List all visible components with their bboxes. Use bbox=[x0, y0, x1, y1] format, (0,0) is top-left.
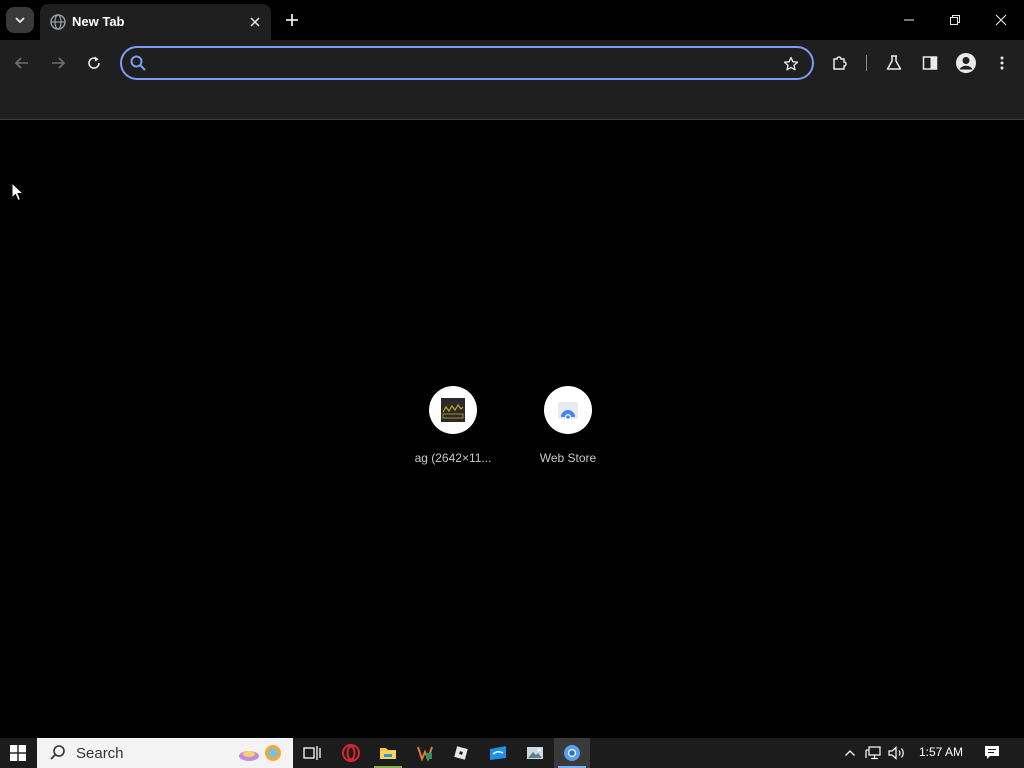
network-icon bbox=[865, 746, 881, 760]
avatar-icon bbox=[956, 53, 976, 73]
search-highlight-icon bbox=[239, 745, 281, 761]
restore-button[interactable] bbox=[932, 0, 978, 40]
shortcut-label: ag (2642×11... bbox=[414, 451, 492, 465]
close-window-button[interactable] bbox=[978, 0, 1024, 40]
side-panel-button[interactable] bbox=[916, 49, 944, 77]
windows-taskbar: Search 1:57 AM bbox=[0, 738, 1024, 768]
taskbar-clock[interactable]: 1:57 AM bbox=[912, 745, 970, 759]
tab-close-button[interactable] bbox=[245, 12, 265, 32]
address-input[interactable] bbox=[154, 52, 774, 74]
globe-icon bbox=[50, 14, 66, 30]
taskbar-app-chrome[interactable] bbox=[554, 738, 590, 768]
shortcut-tile[interactable]: ag (2642×11... bbox=[397, 386, 509, 476]
taskbar-search-label: Search bbox=[76, 744, 124, 762]
show-hidden-icons-button[interactable] bbox=[840, 738, 860, 768]
side-panel-icon bbox=[922, 56, 938, 70]
profile-button[interactable] bbox=[952, 49, 980, 77]
web-store-icon bbox=[558, 402, 578, 420]
taskbar-app-visual-studio[interactable] bbox=[407, 738, 443, 768]
address-bar[interactable] bbox=[120, 46, 814, 80]
close-icon bbox=[250, 17, 260, 27]
notification-icon bbox=[985, 746, 999, 759]
folder-icon bbox=[380, 748, 396, 759]
toolbar bbox=[0, 40, 1024, 86]
bookmarks-bar bbox=[0, 86, 1024, 120]
task-view-button[interactable] bbox=[294, 738, 330, 768]
forward-button[interactable] bbox=[44, 49, 72, 77]
toolbar-separator bbox=[866, 55, 867, 71]
volume-button[interactable] bbox=[886, 738, 908, 768]
menu-button[interactable] bbox=[988, 49, 1016, 77]
new-tab-page: ag (2642×11... Web Store bbox=[0, 121, 1024, 738]
opera-icon bbox=[342, 744, 360, 762]
photos-icon bbox=[527, 747, 543, 759]
extensions-button[interactable] bbox=[826, 49, 854, 77]
taskbar-app-photos[interactable] bbox=[517, 738, 553, 768]
arrow-right-icon bbox=[52, 57, 66, 69]
mouse-cursor-icon bbox=[11, 182, 25, 202]
taskbar-app-store[interactable] bbox=[480, 738, 516, 768]
taskbar-app-roblox[interactable] bbox=[443, 738, 479, 768]
search-icon bbox=[50, 745, 65, 760]
minimize-button[interactable] bbox=[886, 0, 932, 40]
start-button[interactable] bbox=[0, 738, 36, 768]
puzzle-icon bbox=[833, 56, 847, 70]
chrome-icon bbox=[564, 745, 580, 761]
omnibox-search-button bbox=[128, 53, 148, 73]
flask-icon bbox=[886, 55, 902, 70]
restore-icon bbox=[950, 15, 960, 25]
taskbar-search-box[interactable]: Search bbox=[37, 738, 293, 768]
close-icon bbox=[995, 14, 1007, 26]
search-icon bbox=[130, 55, 146, 71]
network-button[interactable] bbox=[862, 738, 884, 768]
roblox-icon bbox=[454, 746, 468, 760]
taskbar-app-opera[interactable] bbox=[333, 738, 369, 768]
labs-button[interactable] bbox=[880, 49, 908, 77]
star-icon bbox=[783, 56, 799, 71]
shortcut-label: Web Store bbox=[539, 451, 597, 465]
tab-strip: New Tab bbox=[0, 0, 1024, 40]
taskbar-app-file-explorer[interactable] bbox=[370, 738, 406, 768]
reload-icon bbox=[88, 56, 100, 69]
task-view-icon bbox=[303, 746, 321, 760]
tab-search-button[interactable] bbox=[6, 7, 34, 33]
store-icon bbox=[490, 746, 506, 760]
windows-logo-icon bbox=[10, 745, 26, 761]
minimize-icon bbox=[904, 19, 914, 21]
back-button[interactable] bbox=[8, 49, 36, 77]
plus-icon bbox=[286, 14, 298, 26]
bookmark-star-button[interactable] bbox=[780, 53, 802, 75]
chevron-down-icon bbox=[15, 17, 25, 24]
new-tab-button[interactable] bbox=[280, 8, 304, 32]
chevron-up-icon bbox=[845, 750, 855, 756]
speaker-icon bbox=[888, 746, 904, 760]
shortcut-favicon bbox=[544, 386, 592, 434]
code-editor-icon bbox=[417, 746, 433, 762]
image-thumbnail-icon bbox=[441, 398, 465, 422]
shortcut-tile[interactable]: Web Store bbox=[512, 386, 624, 476]
tab-title: New Tab bbox=[72, 14, 125, 29]
shortcut-favicon bbox=[429, 386, 477, 434]
tab-new-tab[interactable]: New Tab bbox=[40, 4, 271, 40]
more-vertical-icon bbox=[1000, 56, 1004, 70]
reload-button[interactable] bbox=[80, 49, 108, 77]
action-center-button[interactable] bbox=[978, 738, 1006, 768]
arrow-left-icon bbox=[14, 57, 28, 69]
